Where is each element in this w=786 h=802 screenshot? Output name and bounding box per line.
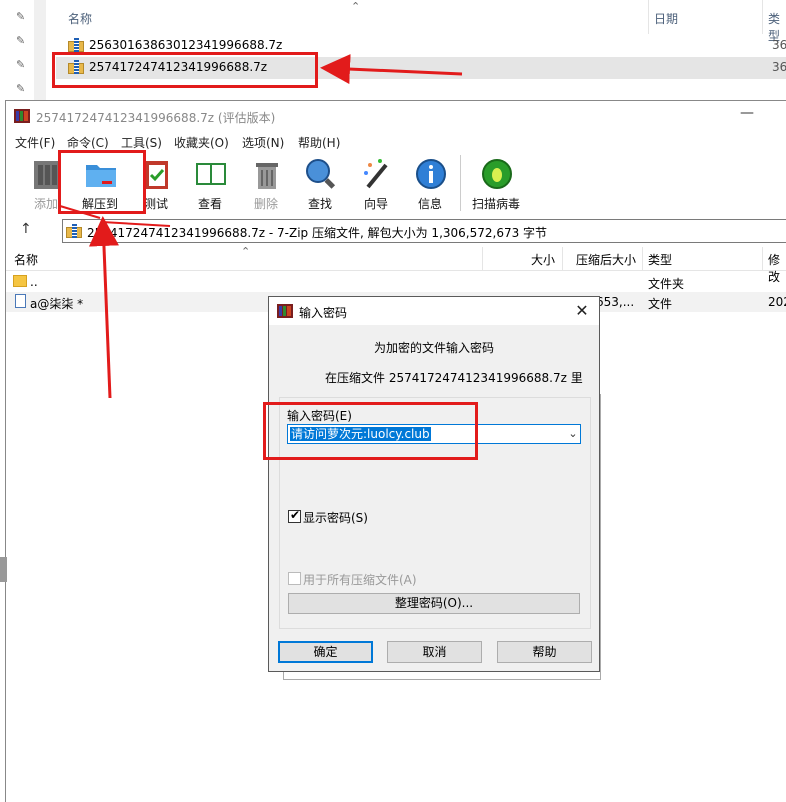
annotation-arrows [59,54,463,399]
arrow-to-extract [88,216,119,399]
arrow-branch [59,205,101,219]
arrow-to-archive [320,54,463,85]
arrow-branch [101,221,171,227]
